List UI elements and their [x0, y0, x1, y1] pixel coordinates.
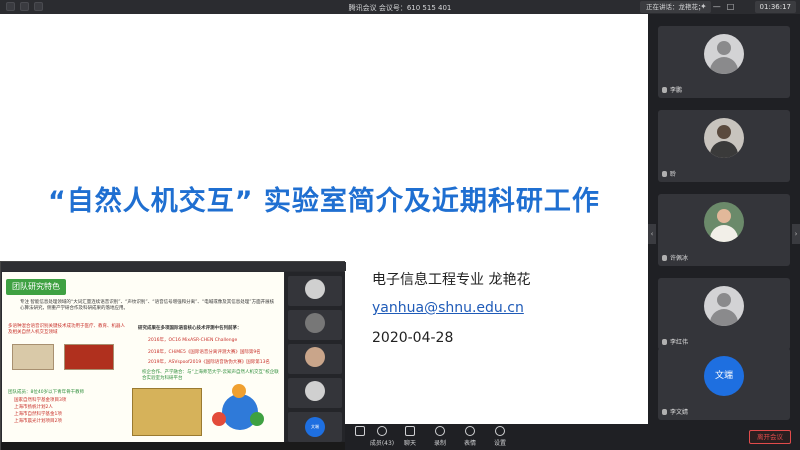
avatar: [704, 202, 744, 242]
slide-author: 电子信息工程专业 龙艳花: [372, 272, 531, 288]
results-title: 研究成果在多项国际语音核心技术评测中名列前茅：: [138, 326, 242, 331]
participant-name: 许佩冰: [670, 255, 689, 262]
avatar: [704, 286, 744, 326]
team-title: 团队研究特色: [6, 279, 66, 295]
participant-name: 聆: [670, 171, 677, 178]
avatar-initials: 文端: [704, 356, 744, 396]
lab-plaque: [132, 388, 202, 436]
mic-icon: [662, 170, 667, 177]
diagram-node-orange: [232, 384, 246, 398]
participant-name: 李鹏: [670, 87, 683, 94]
nested-participants: 文端: [285, 272, 345, 450]
participant-name: 李红伟: [670, 339, 689, 346]
toolbar-members-button[interactable]: 成员(43): [367, 426, 397, 447]
coop-text: 校企合作、产学融合：与“上海师范大学-云知声自然人机交互”校企联合实验室为科研平…: [142, 370, 279, 381]
team-photo-1: [12, 344, 54, 370]
participant-tile[interactable]: 聆: [658, 110, 790, 182]
chat-icon: [405, 426, 415, 436]
more-icon: [355, 426, 365, 436]
members-icon: [377, 426, 387, 436]
slide-email[interactable]: yanhua@shnu.edu.cn: [372, 300, 524, 316]
grant-2: 上海市扬帆计划2人: [14, 405, 53, 410]
maximize-icon[interactable]: □: [727, 2, 735, 11]
meeting-timer: 01:36:17: [754, 1, 796, 13]
nested-taskbar: [1, 442, 346, 450]
pin-icon[interactable]: ✦: [700, 2, 707, 11]
team-size: 团队成员：8位40岁以下青年骨干教师: [8, 390, 85, 395]
participant-name: 李文婧: [670, 409, 689, 416]
nested-tile: [288, 276, 342, 306]
slide-date: 2020-04-28: [372, 330, 454, 346]
window-controls: ✦ — □: [700, 2, 734, 11]
participant-tile[interactable]: 李红伟: [658, 278, 790, 350]
grant-3: 上海市自然科学基金1项: [14, 412, 62, 417]
avatar: [704, 34, 744, 74]
participant-panel: ‹ › 李鹏 聆 许佩冰 李红伟 文端 李文婧: [648, 14, 800, 424]
minimize-icon[interactable]: —: [713, 2, 721, 11]
leave-meeting-button[interactable]: 离开会议: [749, 430, 791, 444]
toolbar-chat-button[interactable]: 聊天: [395, 426, 425, 447]
gear-icon: [495, 426, 505, 436]
result-3: 2019年，ASVspoof2019《国际语音防伪大赛》国际第13名: [148, 360, 270, 365]
nested-slide: 团队研究特色 专注 智能信息处理领域的“大词汇量连续语音识别”、“声纹识别”、“…: [2, 272, 284, 442]
mic-icon: [662, 254, 667, 261]
nested-tile: [288, 344, 342, 374]
grant-4: 上海市晨光计划项目2项: [14, 419, 62, 424]
focus-intro: 专注 智能信息处理领域的“大词汇量连续语音识别”、“声纹识别”、“语音信号增强和…: [20, 300, 275, 311]
nested-tile: 文端: [288, 412, 342, 442]
team-photo-2: [64, 344, 114, 370]
meeting-toolbar: 成员(43) 聊天 录制 表情 设置 离开会议: [345, 424, 800, 450]
grant-1: 国家自然科学基金项目3项: [14, 398, 67, 403]
shared-screen: “自然人机交互” 实验室简介及近期科研工作 电子信息工程专业 龙艳花 yanhu…: [0, 14, 648, 450]
nested-title-bar: [1, 262, 346, 271]
title-bar: 腾讯会议 会议号：610 515 401 正在讲话：龙艳花； ✦ — □ 01:…: [0, 0, 800, 14]
slide-title: “自然人机交互” 实验室简介及近期科研工作: [48, 186, 600, 217]
collapse-right-icon[interactable]: ›: [792, 224, 800, 244]
avatar: [704, 118, 744, 158]
mic-icon: [662, 338, 667, 345]
mic-icon: [662, 408, 667, 415]
result-2: 2018年，CHiME5《国际语音分离评测大赛》国际第9名: [148, 350, 261, 355]
result-1: 2016年，OC16 MixASR-CHEN Challenge: [148, 338, 238, 343]
toolbar-record-button[interactable]: 录制: [425, 426, 455, 447]
mic-icon: [662, 86, 667, 93]
diagram-node-green: [250, 412, 264, 426]
participant-tile[interactable]: 许佩冰: [658, 194, 790, 266]
scenario-text: 多语种混合语音识别关键技术成功用于医疗、教育、机器人及相关自然人机交互领域: [8, 324, 125, 335]
tencent-meeting-window: 腾讯会议 会议号：610 515 401 正在讲话：龙艳花； ✦ — □ 01:…: [0, 0, 800, 450]
record-icon: [435, 426, 445, 436]
toolbar-emoji-button[interactable]: 表情: [455, 426, 485, 447]
nested-screen-share: 团队研究特色 专注 智能信息处理领域的“大词汇量连续语音识别”、“声纹识别”、“…: [0, 261, 346, 450]
emoji-icon: [465, 426, 475, 436]
nested-tile: [288, 310, 342, 340]
toolbar-settings-button[interactable]: 设置: [485, 426, 515, 447]
diagram-node-red: [212, 412, 226, 426]
participant-tile[interactable]: 李鹏: [658, 26, 790, 98]
nested-tile: [288, 378, 342, 408]
collapse-left-icon[interactable]: ‹: [648, 224, 656, 244]
participant-tile[interactable]: 文端 李文婧: [658, 348, 790, 420]
